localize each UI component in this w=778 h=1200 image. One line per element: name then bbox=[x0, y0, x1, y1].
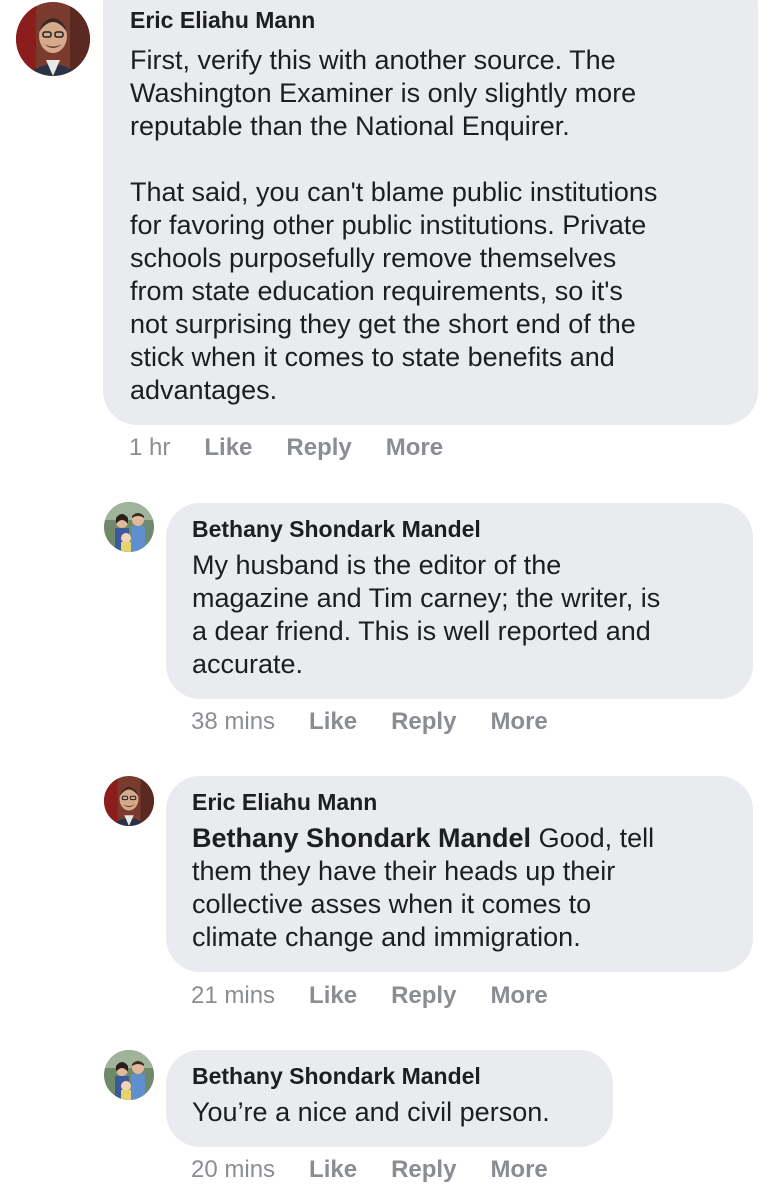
comment-actions: 1 hr Like Reply More bbox=[129, 434, 443, 462]
eric-avatar-image bbox=[16, 2, 90, 76]
comment-timestamp[interactable]: 21 mins bbox=[191, 982, 275, 1010]
comment-text: Bethany Shondark Mandel Good, tell them … bbox=[192, 822, 753, 954]
avatar[interactable] bbox=[104, 1050, 154, 1100]
more-button[interactable]: More bbox=[386, 434, 443, 462]
comment-author[interactable]: Eric Eliahu Mann bbox=[130, 6, 758, 34]
comment-actions: 38 mins Like Reply More bbox=[191, 708, 548, 736]
like-button[interactable]: Like bbox=[309, 982, 357, 1010]
comment-timestamp[interactable]: 38 mins bbox=[191, 708, 275, 736]
comment-author[interactable]: Eric Eliahu Mann bbox=[192, 788, 753, 816]
more-button[interactable]: More bbox=[490, 1156, 547, 1184]
more-button[interactable]: More bbox=[490, 982, 547, 1010]
comment-text: My husband is the editor of the magazine… bbox=[192, 550, 661, 679]
comment-bubble: Eric Eliahu Mann First, verify this with… bbox=[103, 0, 758, 425]
comment-author[interactable]: Bethany Shondark Mandel bbox=[192, 1062, 613, 1090]
comment-text: You’re a nice and civil person. bbox=[192, 1097, 550, 1127]
comment-bubble: Bethany Shondark Mandel My husband is th… bbox=[166, 503, 753, 699]
reply-button[interactable]: Reply bbox=[391, 1156, 456, 1184]
bethany-avatar-image bbox=[104, 502, 154, 552]
comment-bubble: Bethany Shondark Mandel You’re a nice an… bbox=[166, 1050, 613, 1147]
mention-link[interactable]: Bethany Shondark Mandel bbox=[192, 823, 531, 853]
reply-button[interactable]: Reply bbox=[391, 982, 456, 1010]
comment-text: First, verify this with another source. … bbox=[130, 45, 658, 405]
avatar[interactable] bbox=[104, 776, 154, 826]
reply-button[interactable]: Reply bbox=[391, 708, 456, 736]
eric-avatar-image bbox=[104, 776, 154, 826]
bethany-avatar-image bbox=[104, 1050, 154, 1100]
comment-timestamp[interactable]: 1 hr bbox=[129, 434, 170, 462]
comment-author[interactable]: Bethany Shondark Mandel bbox=[192, 515, 753, 543]
comment-actions: 20 mins Like Reply More bbox=[191, 1156, 548, 1184]
like-button[interactable]: Like bbox=[204, 434, 252, 462]
comment-timestamp[interactable]: 20 mins bbox=[191, 1156, 275, 1184]
more-button[interactable]: More bbox=[490, 708, 547, 736]
like-button[interactable]: Like bbox=[309, 708, 357, 736]
avatar[interactable] bbox=[16, 2, 90, 76]
reply-button[interactable]: Reply bbox=[286, 434, 351, 462]
comment-bubble: Eric Eliahu Mann Bethany Shondark Mandel… bbox=[166, 776, 753, 972]
comment-actions: 21 mins Like Reply More bbox=[191, 982, 548, 1010]
avatar[interactable] bbox=[104, 502, 154, 552]
like-button[interactable]: Like bbox=[309, 1156, 357, 1184]
